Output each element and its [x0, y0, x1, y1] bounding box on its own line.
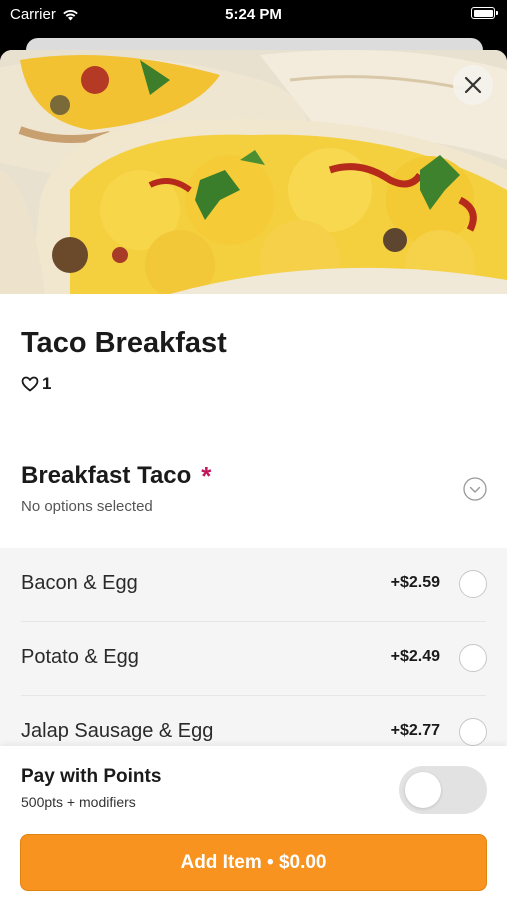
checkout-panel: Pay with Points 500pts + modifiers Add I… — [0, 746, 507, 900]
option-price: +$2.77 — [390, 722, 440, 739]
like-button[interactable]: 1 — [21, 374, 51, 394]
option-price: +$2.59 — [390, 574, 440, 591]
item-detail-sheet: Taco Breakfast 1 Breakfast Taco * No opt… — [0, 50, 507, 900]
option-group-header[interactable]: Breakfast Taco * No options selected — [21, 462, 487, 515]
option-name: Bacon & Egg — [21, 572, 138, 594]
app-screen: Carrier 5:24 PM Taco Breakfast 1 Breakfa… — [0, 0, 507, 900]
options-list: Bacon & Egg +$2.59 Potato & Egg +$2.49 J… — [0, 548, 507, 778]
option-group-subtitle: No options selected — [21, 498, 153, 515]
status-bar: Carrier 5:24 PM — [0, 0, 507, 30]
option-name: Jalap Sausage & Egg — [21, 720, 214, 742]
status-time: 5:24 PM — [225, 6, 282, 23]
breakfast-taco-image — [0, 50, 507, 294]
points-subtitle: 500pts + modifiers — [21, 794, 136, 810]
chevron-down-icon[interactable] — [463, 477, 487, 501]
battery-icon — [471, 7, 498, 19]
item-photo — [0, 50, 507, 294]
points-title: Pay with Points — [21, 766, 162, 787]
add-item-button[interactable]: Add Item • $0.00 — [20, 834, 487, 891]
like-count: 1 — [42, 374, 52, 393]
item-title: Taco Breakfast — [21, 327, 227, 359]
toggle-knob — [405, 772, 441, 808]
option-row[interactable]: Bacon & Egg +$2.59 — [0, 548, 507, 622]
close-button[interactable] — [453, 65, 493, 105]
heart-icon — [21, 376, 39, 392]
option-radio[interactable] — [459, 644, 487, 672]
option-radio[interactable] — [459, 718, 487, 746]
option-row[interactable]: Potato & Egg +$2.49 — [0, 622, 507, 696]
option-name: Potato & Egg — [21, 646, 139, 668]
option-group-title-row: Breakfast Taco * — [21, 462, 487, 490]
required-indicator: * — [201, 461, 212, 491]
close-icon — [464, 76, 482, 94]
option-price: +$2.49 — [390, 648, 440, 665]
pay-with-points-toggle[interactable] — [399, 766, 487, 814]
option-radio[interactable] — [459, 570, 487, 598]
option-group-title: Breakfast Taco — [21, 462, 192, 489]
